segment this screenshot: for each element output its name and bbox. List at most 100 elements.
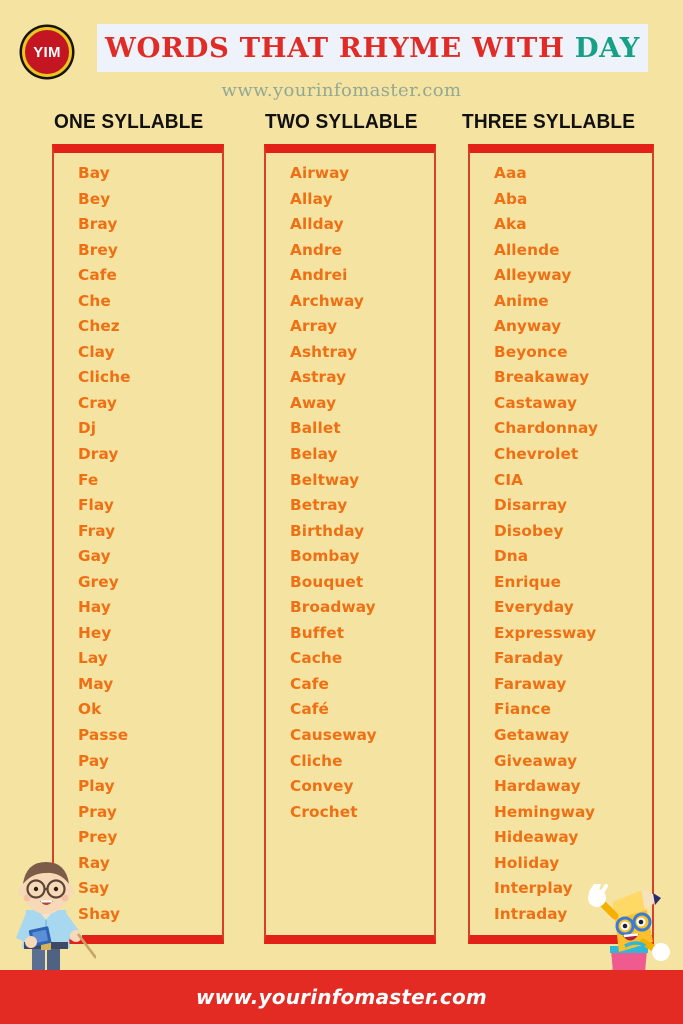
word-item: Pray [78,802,117,821]
word-item: Belay [290,445,338,464]
word-item: Fray [78,521,116,540]
word-item: Buffet [290,623,345,642]
word-item: Pay [78,751,109,770]
word-item: May [78,674,114,693]
word-list-two-syllable: Airway Allay Allday Andre Andrei Archway Array… [264,144,436,944]
word-list-three-syllable: Aaa Aba Aka Allende Alleyway Anime Anyway Beyon… [468,144,654,944]
word-item: Hardaway [494,777,581,796]
word-item: Archway [290,291,364,310]
word-item: Chardonnay [494,419,599,438]
subtitle-url: www.yourinfomaster.com [221,80,462,101]
word-item: Castaway [494,393,578,412]
word-item: Ok [78,700,102,719]
word-item: Faraday [494,649,564,668]
word-item: Bay [78,164,110,182]
word-item: Beyonce [494,342,568,361]
word-item: Airway [290,164,350,182]
word-item: Disobey [494,521,564,540]
word-item: Anyway [494,317,562,336]
page-header: YIM WORDS THAT RHYME WITH DAY [0,24,683,77]
word-item: Everyday [494,598,574,617]
column-heading-two-syllable: TWO SYLLABLE [265,110,418,133]
word-item: Causeway [290,726,377,745]
word-item: Hemingway [494,802,596,821]
word-item: Lay [78,649,108,668]
word-list-one-syllable: Bay Bey Bray Brey Cafe Che Chez Clay Cliche Cray D… [52,144,224,944]
word-item: Flay [78,496,114,515]
logo-text: YIM [33,43,61,61]
word-item: Ashtray [290,342,358,361]
word-item: Aaa [494,164,527,182]
page-title-main: WORDS THAT RHYME WITH [105,32,575,64]
column-headings: ONE SYLLABLE TWO SYLLABLE THREE SYLLABLE [0,110,683,138]
word-item: Dna [494,547,529,566]
column-heading-three-syllable: THREE SYLLABLE [462,110,636,133]
word-item: Gay [78,547,111,566]
word-item: Aba [494,189,528,208]
word-item: Ballet [290,419,341,438]
word-item: Bey [78,189,111,208]
word-item: Fe [78,470,99,489]
word-item: Clay [78,342,115,361]
word-item: Betray [290,496,348,515]
word-item: Convey [290,777,354,796]
word-item: Hey [78,623,112,642]
word-item: Birthday [290,521,365,540]
word-item: Astray [290,368,347,387]
word-item: Fiance [494,700,551,719]
word-item: Enrique [494,572,562,591]
page-title-highlight: DAY [574,32,640,64]
word-item: Dray [78,445,119,464]
word-item: Grey [78,572,119,591]
word-item: Cliche [290,751,343,770]
word-item: Cray [78,393,117,412]
word-item: Away [290,393,337,412]
word-item: Bombay [290,547,360,566]
word-item: Beltway [290,470,360,489]
word-item: Say [78,879,110,898]
word-item: Hideaway [494,828,579,847]
word-item: Chevrolet [494,445,579,464]
word-item: Allay [290,189,333,208]
footer-bar: www.yourinfomaster.com [0,970,683,1024]
word-item: Bouquet [290,572,364,591]
word-item: Play [78,777,115,796]
word-item: Broadway [290,598,376,617]
word-item: Dj [78,419,97,438]
word-item: Aka [494,215,527,234]
word-item: Cache [290,649,343,668]
word-item: Array [290,317,338,336]
column-heading-one-syllable: ONE SYLLABLE [54,110,204,133]
word-item: Holiday [494,853,560,872]
word-item: Cliche [78,368,131,387]
title-band: WORDS THAT RHYME WITH DAY [97,24,648,72]
word-item: Allende [494,240,560,259]
word-item: Giveaway [494,751,578,770]
page-title: WORDS THAT RHYME WITH DAY [105,32,640,64]
word-item: Shay [78,904,121,923]
word-item: Breakaway [494,368,590,387]
word-item: Getaway [494,726,570,745]
site-logo: YIM [22,27,72,77]
word-item: CIA [494,470,524,489]
word-item: Faraway [494,674,567,693]
word-item: Che [78,291,111,310]
word-item: Disarray [494,496,568,515]
word-item: Cafe [290,674,329,693]
word-item: Ray [78,853,110,872]
word-item: Expressway [494,623,597,642]
word-item: Alleyway [494,266,572,285]
word-item: Passe [78,726,129,745]
footer-url: www.yourinfomaster.com [196,985,487,1009]
word-item: Anime [494,291,549,310]
word-item: Andre [290,240,343,259]
word-item: Hay [78,598,111,617]
word-item: Allday [290,215,344,234]
word-item: Crochet [290,802,358,821]
word-item: Brey [78,240,118,259]
word-item: Andrei [290,266,348,285]
word-item: Cafe [78,266,117,285]
word-item: Chez [78,317,120,336]
word-item: Prey [78,828,118,847]
word-item: Bray [78,215,118,234]
